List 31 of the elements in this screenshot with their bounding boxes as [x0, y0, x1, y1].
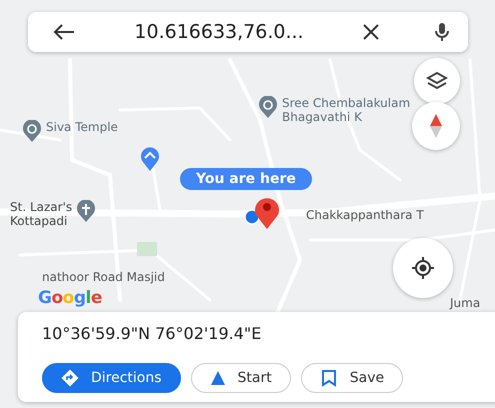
start-button[interactable]: Start: [190, 363, 291, 393]
back-icon[interactable]: [52, 23, 76, 41]
bookmark-icon: [320, 369, 338, 387]
google-logo: Google: [38, 288, 102, 308]
temple-pin-icon: [258, 96, 278, 118]
home-pin-icon: [140, 147, 160, 171]
place-label: nathoor Road Masjid: [42, 270, 165, 284]
layers-button[interactable]: [414, 58, 460, 104]
compass-button[interactable]: [412, 102, 460, 150]
place-label: Siva Temple: [46, 120, 118, 134]
layers-icon: [426, 71, 448, 91]
coordinates-text: 10°36'59.9"N 76°02'19.4"E: [42, 324, 262, 343]
directions-button[interactable]: Directions: [42, 363, 181, 393]
cross-pin-icon: [76, 200, 96, 222]
temple-pin-icon: [22, 120, 42, 142]
search-bar[interactable]: 10.616633,76.0...: [28, 12, 468, 52]
compass-needle-icon: [430, 114, 442, 138]
close-icon[interactable]: [362, 23, 380, 41]
search-query[interactable]: 10.616633,76.0...: [90, 21, 348, 43]
microphone-icon[interactable]: [434, 22, 450, 42]
place-label: Chakkappanthara T: [306, 208, 424, 222]
navigation-arrow-icon: [210, 370, 226, 386]
save-button[interactable]: Save: [300, 363, 404, 393]
you-are-here-tooltip: You are here: [180, 168, 312, 190]
map-pin-icon: [252, 195, 282, 229]
crosshair-icon: [411, 256, 435, 280]
place-label: Juma: [450, 296, 480, 310]
my-location-button[interactable]: [393, 238, 453, 298]
place-label: St. Lazar's Kottapadi: [10, 200, 72, 228]
map-view[interactable]: Siva Temple Sree Chembalakulam Bhagavathi K St. Lazar's Kottapadi Chakkappanthara T nathoor Road Masjid Juma You are here Google 10.616633,76.0... 10°36'59.9"N 76°02'19.4"E Directions Start Save: [0, 0, 495, 408]
place-label: Sree Chembalakulam Bhagavathi K: [282, 96, 410, 124]
